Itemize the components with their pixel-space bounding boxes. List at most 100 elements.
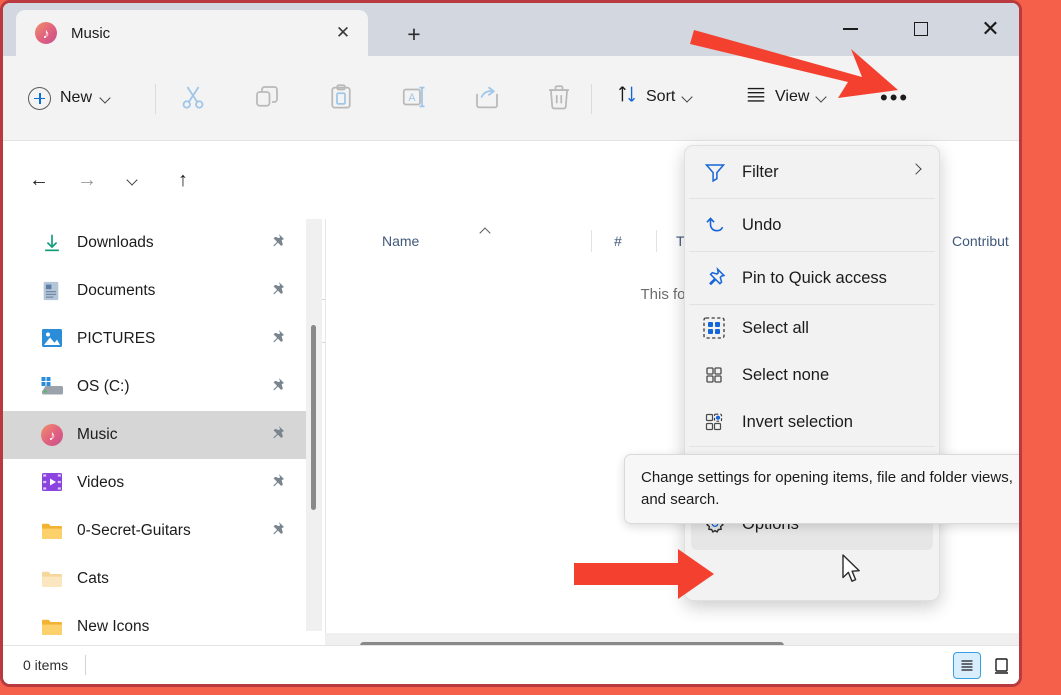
sidebar-item-downloads[interactable]: Downloads (3, 219, 306, 267)
close-icon: ✕ (981, 16, 1000, 41)
pin-icon[interactable] (268, 232, 288, 252)
sidebar-item-os-c[interactable]: OS (C:) (3, 363, 306, 411)
window-close-button[interactable]: ✕ (968, 9, 1013, 49)
sidebar-item-label: OS (C:) (77, 378, 130, 395)
folder-icon (41, 520, 63, 542)
sidebar-scrollbar-thumb[interactable] (311, 325, 316, 510)
column-divider[interactable] (591, 230, 592, 252)
menu-item-pin-to-quick-access[interactable]: Pin to Quick access (685, 252, 939, 304)
menu-item-select-none[interactable]: Select none (685, 352, 939, 399)
forward-button[interactable]: → (69, 162, 105, 198)
menu-item-label: Pin to Quick access (742, 268, 887, 287)
navigation-pane: Downloads Documents PICTURES OS (C:) ♪ M… (3, 219, 306, 659)
folder-icon (41, 568, 63, 590)
sort-label: Sort (646, 87, 676, 105)
pin-icon[interactable] (268, 328, 288, 348)
select-none-icon (703, 364, 727, 388)
delete-icon[interactable] (544, 82, 578, 114)
sidebar-item-videos[interactable]: Videos (3, 459, 306, 507)
drive-icon (41, 376, 63, 398)
sort-button[interactable]: Sort (616, 83, 693, 110)
column-header-contributing[interactable]: Contribut (952, 233, 1009, 249)
menu-item-label: Select all (742, 319, 809, 337)
sidebar-item-label: Cats (77, 570, 109, 587)
filter-icon (703, 160, 727, 184)
chevron-down-icon (128, 175, 138, 185)
tab-music[interactable]: Music ✕ (16, 10, 368, 56)
pictures-icon (41, 328, 63, 350)
new-button-label: New (60, 89, 93, 106)
copy-icon[interactable] (252, 82, 286, 114)
menu-item-label: Undo (742, 215, 782, 234)
sidebar-item-music[interactable]: ♪ Music (3, 411, 306, 459)
back-button[interactable]: ← (21, 162, 57, 198)
annotation-arrow-to-options (574, 549, 714, 599)
recent-locations-button[interactable] (115, 162, 151, 198)
sort-icon (616, 83, 638, 110)
content-scrollbar[interactable] (1011, 265, 1019, 633)
sidebar-item-pictures[interactable]: PICTURES (3, 315, 306, 363)
downloads-icon (41, 232, 63, 254)
menu-item-select-all[interactable]: Select all (685, 305, 939, 352)
annotation-arrow-to-more-button (690, 30, 898, 98)
share-icon[interactable] (472, 82, 506, 114)
sidebar-item-label: Downloads (77, 234, 154, 251)
menu-item-label: Invert selection (742, 413, 853, 431)
select-all-icon (703, 316, 727, 341)
videos-icon (41, 472, 63, 494)
item-count-label: 0 items (23, 657, 69, 673)
menu-item-filter[interactable]: Filter (685, 146, 939, 198)
sidebar-item-label: Music (77, 426, 118, 443)
sidebar-item-label: New Icons (77, 618, 150, 635)
pin-icon (703, 266, 727, 290)
paste-icon[interactable] (326, 82, 360, 114)
column-header-name[interactable]: Name (382, 233, 419, 249)
music-icon: ♪ (41, 424, 63, 446)
chevron-right-icon (912, 164, 921, 173)
plus-icon (28, 86, 51, 110)
invert-selection-icon (703, 411, 727, 435)
menu-item-label: Filter (742, 162, 779, 181)
toolbar-divider-2 (591, 84, 592, 114)
menu-item-undo[interactable]: Undo (685, 199, 939, 251)
pin-icon[interactable] (268, 424, 288, 444)
sidebar-item-new-icons[interactable]: New Icons (3, 603, 306, 651)
sidebar-item-cats[interactable]: Cats (3, 555, 306, 603)
documents-icon (41, 280, 63, 302)
tab-title: Music (71, 24, 111, 42)
undo-icon (703, 213, 727, 237)
cut-icon[interactable] (178, 82, 212, 114)
chevron-down-icon (101, 93, 111, 103)
new-tab-button[interactable]: + (401, 23, 427, 49)
tiles-view-button[interactable] (987, 652, 1015, 679)
pin-icon[interactable] (268, 520, 288, 540)
svg-text:A: A (408, 92, 416, 104)
tooltip: Change settings for opening items, file … (624, 454, 1019, 524)
details-view-button[interactable] (953, 652, 981, 679)
rename-icon[interactable]: A (400, 82, 434, 114)
sidebar-item-label: Documents (77, 282, 156, 299)
music-note-icon (35, 22, 57, 44)
column-divider[interactable] (656, 230, 657, 252)
status-divider (85, 655, 86, 675)
overflow-menu: Filter Undo Pin to Quick access Select a… (684, 145, 940, 601)
new-button[interactable]: New (28, 80, 111, 116)
close-icon[interactable]: ✕ (332, 22, 354, 44)
folder-icon (41, 616, 63, 638)
pin-icon[interactable] (268, 280, 288, 300)
sidebar-item-label: Videos (77, 474, 125, 491)
menu-item-invert-selection[interactable]: Invert selection (685, 399, 939, 446)
status-bar: 0 items (3, 645, 1019, 684)
mouse-cursor (841, 554, 863, 589)
menu-item-label: Select none (742, 366, 830, 384)
column-header-track[interactable]: # (614, 233, 622, 249)
pin-icon[interactable] (268, 472, 288, 492)
toolbar-divider (155, 84, 156, 114)
sidebar-item-label: 0-Secret-Guitars (77, 522, 191, 539)
pin-icon[interactable] (268, 376, 288, 396)
up-button[interactable]: ↑ (165, 162, 201, 198)
sidebar-item-0-secret-guitars[interactable]: 0-Secret-Guitars (3, 507, 306, 555)
caret-up-icon (481, 226, 491, 236)
sidebar-item-label: PICTURES (77, 330, 156, 347)
sidebar-item-documents[interactable]: Documents (3, 267, 306, 315)
